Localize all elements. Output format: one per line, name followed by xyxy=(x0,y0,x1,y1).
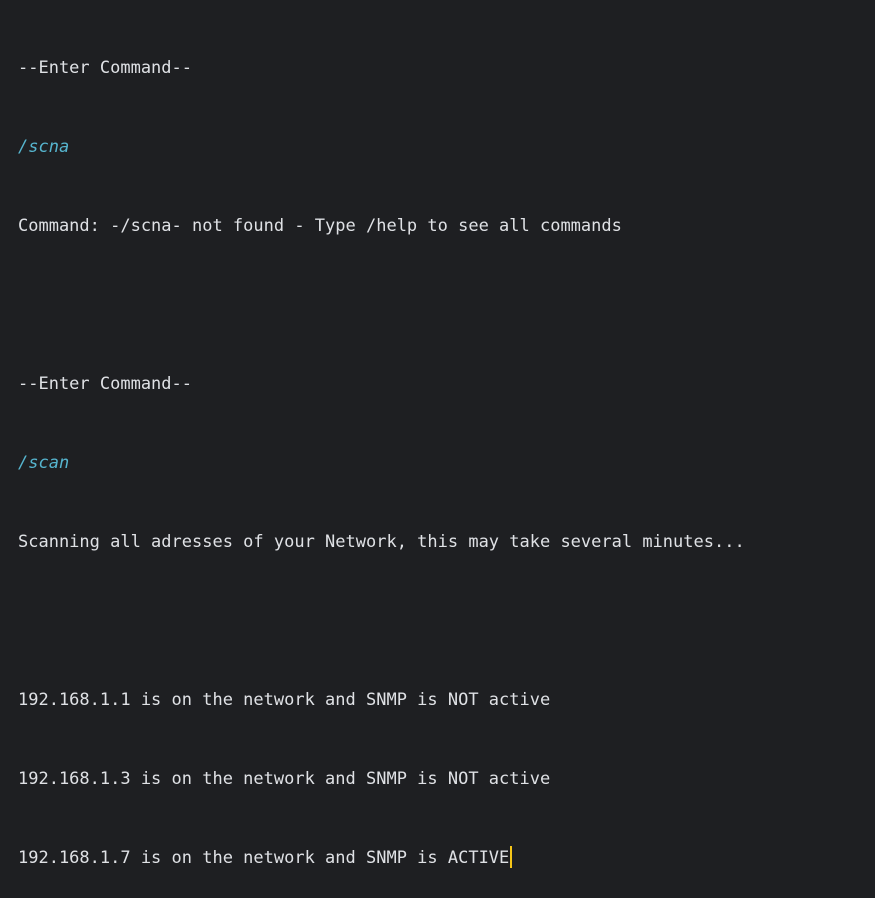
scan-result-line: 192.168.1.1 is on the network and SNMP i… xyxy=(18,690,551,710)
user-input-line: /scna xyxy=(18,137,70,157)
text-cursor xyxy=(510,846,513,868)
prompt-line: --Enter Command-- xyxy=(18,374,192,394)
error-message-line: Command: -/scna- not found - Type /help … xyxy=(18,216,622,236)
scan-result-line-current[interactable]: 192.168.1.7 is on the network and SNMP i… xyxy=(18,839,865,878)
console-output[interactable]: --Enter Command-- /scna Command: -/scna-… xyxy=(18,9,865,898)
prompt-line: --Enter Command-- xyxy=(18,58,192,78)
status-message-line: Scanning all adresses of your Network, t… xyxy=(18,532,745,552)
user-input-line: /scan xyxy=(18,453,70,473)
scan-result-line: 192.168.1.3 is on the network and SNMP i… xyxy=(18,769,551,789)
scan-result-text: 192.168.1.7 is on the network and SNMP i… xyxy=(18,848,510,868)
